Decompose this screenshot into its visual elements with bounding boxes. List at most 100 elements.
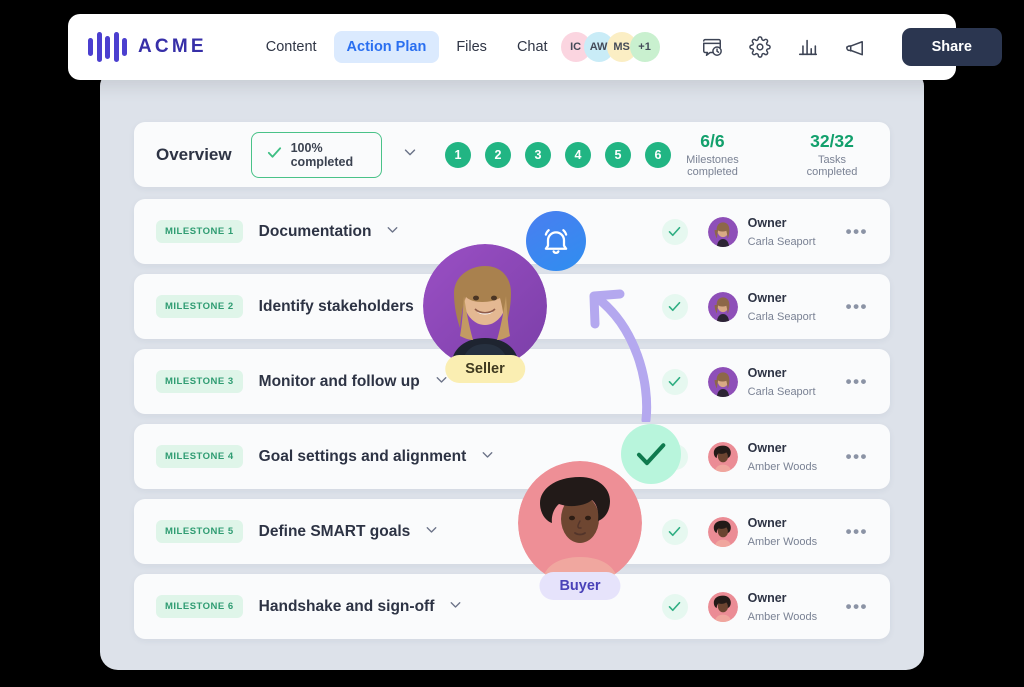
owner-name: Amber Woods (747, 460, 818, 473)
check-icon (266, 144, 283, 166)
check-icon (661, 218, 688, 245)
persona-seller: Seller (423, 211, 586, 383)
chevron-down-icon[interactable] (384, 221, 401, 243)
seller-label: Seller (445, 355, 525, 383)
acme-bars-logo-icon (88, 32, 127, 62)
bar-chart-icon[interactable] (793, 32, 823, 62)
share-button[interactable]: Share (901, 28, 1002, 66)
overview-card: Overview 100% completed 1 2 3 4 5 6 6/6 … (134, 122, 890, 187)
milestone-title: Documentation (258, 222, 372, 240)
check-icon (661, 518, 688, 545)
step-indicator-3[interactable]: 3 (524, 141, 551, 168)
avatar[interactable] (707, 291, 738, 322)
owner-role: Owner (747, 440, 787, 455)
owner-role: Owner (747, 215, 787, 230)
owner-role: Owner (747, 365, 787, 380)
persona-buyer: Buyer (518, 424, 681, 600)
top-bar-actions: IC AW MS +1 Share (560, 28, 1002, 66)
stat-milestones: 6/6 Milestones completed (671, 131, 754, 177)
step-indicator-6[interactable]: 6 (644, 141, 671, 168)
stat-milestones-value: 6/6 (700, 131, 725, 152)
owner-info: Owner Carla Seaport (748, 364, 840, 400)
avatar[interactable] (707, 441, 738, 472)
owner-role: Owner (747, 590, 787, 605)
milestone-badge: MILESTONE 2 (156, 295, 243, 318)
nav-item-chat[interactable]: Chat (504, 31, 561, 63)
avatar[interactable] (707, 366, 738, 397)
milestone-row-6[interactable]: MILESTONE 6 Handshake and sign-off Owner… (134, 574, 890, 639)
page-title: Overview (156, 144, 232, 164)
step-indicator-5[interactable]: 5 (604, 141, 631, 168)
milestone-title: Define SMART goals (258, 522, 411, 540)
bell-icon[interactable] (526, 211, 586, 271)
owner-info: Owner Carla Seaport (748, 289, 840, 325)
stat-tasks-value: 32/32 (810, 131, 854, 152)
more-horizontal-icon[interactable]: ••• (846, 222, 868, 242)
owner-role: Owner (747, 515, 787, 530)
milestone-title: Handshake and sign-off (258, 597, 435, 615)
avatar[interactable] (707, 591, 738, 622)
gear-icon[interactable] (745, 32, 775, 62)
milestone-meta: Owner Amber Woods ••• (661, 589, 868, 625)
completion-badge[interactable]: 100% completed (250, 131, 382, 178)
more-horizontal-icon[interactable]: ••• (846, 372, 868, 392)
chevron-down-icon[interactable] (423, 521, 440, 543)
milestone-title: Goal settings and alignment (258, 447, 467, 465)
milestone-badge: MILESTONE 3 (156, 370, 243, 393)
main-nav: Content Action Plan Files Chat (253, 31, 561, 63)
check-icon[interactable] (621, 424, 681, 484)
milestone-badge: MILESTONE 6 (156, 595, 243, 618)
owner-name: Carla Seaport (747, 385, 816, 398)
megaphone-icon[interactable] (841, 32, 871, 62)
owner-info: Owner Amber Woods (748, 589, 840, 625)
avatar[interactable] (707, 216, 738, 247)
milestone-meta: Owner Carla Seaport ••• (661, 364, 868, 400)
more-horizontal-icon[interactable]: ••• (846, 522, 868, 542)
stat-milestones-caption: Milestones completed (686, 153, 739, 178)
milestone-meta: Owner Amber Woods ••• (661, 514, 868, 550)
milestone-meta: Owner Carla Seaport ••• (661, 214, 868, 250)
check-icon (661, 593, 688, 620)
nav-item-files[interactable]: Files (443, 31, 500, 63)
milestone-meta: Owner Carla Seaport ••• (661, 289, 868, 325)
stat-tasks-caption: Tasks completed (806, 153, 858, 178)
avatar-more[interactable]: +1 (629, 32, 660, 62)
owner-info: Owner Amber Woods (748, 439, 840, 475)
activity-history-icon[interactable] (697, 32, 727, 62)
step-indicator-2[interactable]: 2 (484, 141, 511, 168)
avatar[interactable] (707, 516, 738, 547)
milestone-badge: MILESTONE 4 (156, 445, 243, 468)
more-horizontal-icon[interactable]: ••• (846, 447, 868, 467)
summary-stats: 6/6 Milestones completed 32/32 Tasks com… (671, 131, 868, 177)
owner-name: Carla Seaport (747, 235, 816, 248)
owner-info: Owner Amber Woods (748, 514, 840, 550)
owner-info: Owner Carla Seaport (748, 214, 840, 250)
top-navigation-bar: ACME Content Action Plan Files Chat IC A… (68, 14, 1002, 80)
owner-role: Owner (747, 290, 787, 305)
milestone-row-5[interactable]: MILESTONE 5 Define SMART goals Owner Amb… (134, 499, 890, 564)
milestone-row-4[interactable]: MILESTONE 4 Goal settings and alignment … (134, 424, 890, 489)
owner-name: Carla Seaport (747, 310, 816, 323)
milestone-badge: MILESTONE 1 (156, 220, 243, 243)
nav-item-content[interactable]: Content (253, 31, 330, 63)
milestone-step-indicators: 1 2 3 4 5 6 (444, 141, 671, 168)
nav-item-action-plan[interactable]: Action Plan (333, 31, 440, 63)
curved-arrow-icon (558, 272, 668, 427)
milestone-title: Monitor and follow up (258, 372, 420, 390)
step-indicator-4[interactable]: 4 (564, 141, 591, 168)
buyer-label: Buyer (539, 572, 621, 600)
more-horizontal-icon[interactable]: ••• (846, 297, 868, 317)
step-indicator-1[interactable]: 1 (444, 141, 471, 168)
chevron-down-icon[interactable] (479, 446, 496, 468)
owner-name: Amber Woods (747, 535, 818, 548)
more-horizontal-icon[interactable]: ••• (846, 597, 868, 617)
collaborator-avatars[interactable]: IC AW MS +1 (560, 32, 660, 62)
milestone-badge: MILESTONE 5 (156, 520, 243, 543)
brand-name: ACME (138, 36, 207, 57)
chevron-down-icon[interactable] (447, 596, 464, 618)
stat-tasks: 32/32 Tasks completed (800, 131, 864, 177)
seller-photo (423, 244, 547, 368)
chevron-down-icon[interactable] (401, 143, 419, 166)
buyer-photo (518, 461, 642, 585)
brand-logo[interactable]: ACME (88, 32, 207, 62)
